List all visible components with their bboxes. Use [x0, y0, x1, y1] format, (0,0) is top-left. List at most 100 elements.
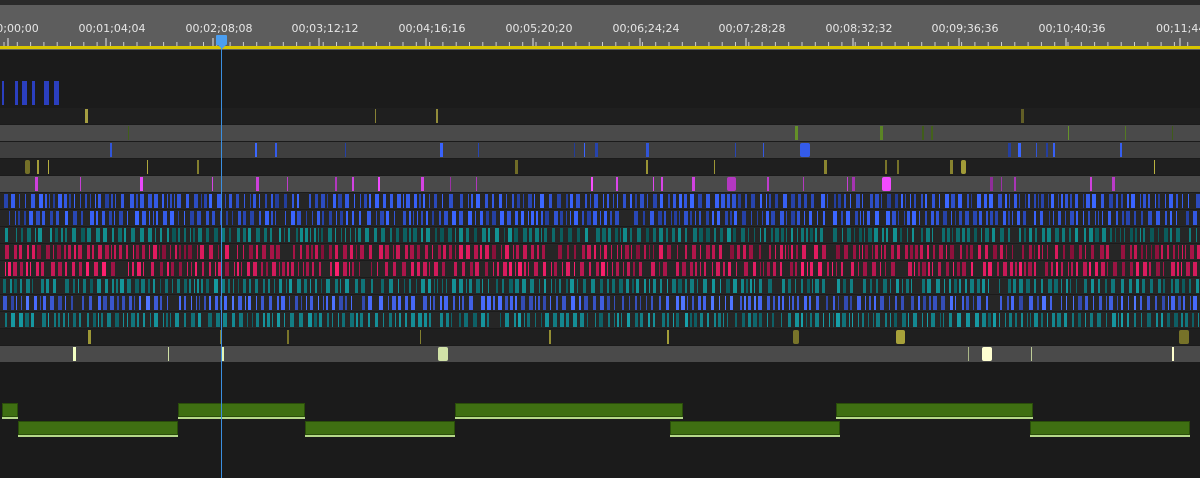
video-clip[interactable] — [498, 296, 502, 310]
video-clip[interactable] — [58, 296, 62, 310]
video-clip[interactable] — [543, 296, 546, 310]
video-clip[interactable] — [875, 194, 879, 208]
video-clip[interactable] — [250, 194, 251, 208]
video-clip[interactable] — [44, 81, 49, 105]
video-clip[interactable] — [733, 279, 737, 293]
video-clip[interactable] — [252, 313, 253, 327]
video-clip[interactable] — [120, 279, 124, 293]
video-clip[interactable] — [801, 313, 803, 327]
video-clip[interactable] — [194, 279, 195, 293]
video-clip[interactable] — [318, 228, 319, 242]
video-clip[interactable] — [668, 194, 670, 208]
video-clip[interactable] — [560, 211, 563, 225]
video-clip[interactable] — [426, 211, 428, 225]
video-clip[interactable] — [754, 296, 756, 310]
video-clip[interactable] — [306, 211, 307, 225]
video-clip[interactable] — [358, 228, 361, 242]
video-clip[interactable] — [279, 279, 282, 293]
video-clip[interactable] — [1038, 245, 1040, 259]
video-clip[interactable] — [165, 279, 168, 293]
video-clip[interactable] — [616, 177, 618, 191]
video-clip[interactable] — [141, 279, 145, 293]
video-clip[interactable] — [256, 228, 260, 242]
video-clip[interactable] — [843, 279, 846, 293]
video-clip[interactable] — [1178, 245, 1179, 259]
video-clip[interactable] — [184, 279, 187, 293]
video-clip[interactable] — [50, 228, 52, 242]
video-track-v2[interactable] — [0, 329, 1200, 345]
video-clip[interactable] — [90, 194, 91, 208]
video-clip[interactable] — [380, 211, 384, 225]
video-clip[interactable] — [1095, 211, 1096, 225]
video-clip[interactable] — [403, 194, 404, 208]
video-clip[interactable] — [929, 296, 931, 310]
video-clip[interactable] — [566, 313, 569, 327]
video-clip[interactable] — [1022, 245, 1024, 259]
video-clip[interactable] — [284, 228, 285, 242]
video-clip[interactable] — [279, 228, 281, 242]
video-clip[interactable] — [1075, 194, 1078, 208]
video-clip[interactable] — [3, 296, 7, 310]
video-clip[interactable] — [880, 262, 881, 276]
video-clip[interactable] — [455, 228, 456, 242]
video-clip[interactable] — [778, 296, 780, 310]
video-clip[interactable] — [959, 279, 961, 293]
video-clip[interactable] — [880, 126, 883, 140]
video-clip[interactable] — [700, 313, 703, 327]
video-clip[interactable] — [658, 211, 662, 225]
video-clip[interactable] — [932, 262, 933, 276]
video-clip[interactable] — [262, 245, 266, 259]
video-clip[interactable] — [687, 296, 688, 310]
video-clip[interactable] — [198, 228, 202, 242]
video-clip[interactable] — [142, 211, 146, 225]
video-clip[interactable] — [1029, 245, 1032, 259]
video-clip[interactable] — [1037, 296, 1039, 310]
video-clip[interactable] — [15, 211, 16, 225]
video-clip[interactable] — [1193, 262, 1197, 276]
video-clip[interactable] — [814, 245, 818, 259]
video-clip[interactable] — [290, 313, 294, 327]
video-clip[interactable] — [1102, 228, 1106, 242]
video-clip[interactable] — [798, 194, 801, 208]
video-clip[interactable] — [977, 279, 980, 293]
video-clip[interactable] — [632, 279, 634, 293]
video-clip[interactable] — [971, 262, 973, 276]
video-clip[interactable] — [442, 279, 443, 293]
video-clip[interactable] — [940, 313, 941, 327]
video-clip[interactable] — [591, 279, 595, 293]
video-clip[interactable] — [377, 262, 378, 276]
video-clip[interactable] — [607, 262, 608, 276]
video-clip[interactable] — [1121, 245, 1125, 259]
video-clip[interactable] — [1035, 228, 1037, 242]
video-clip[interactable] — [197, 245, 198, 259]
video-clip[interactable] — [492, 211, 496, 225]
video-clip[interactable] — [276, 245, 280, 259]
video-clip[interactable] — [154, 313, 158, 327]
video-clip[interactable] — [918, 262, 920, 276]
video-clip[interactable] — [600, 296, 604, 310]
video-clip[interactable] — [698, 194, 702, 208]
video-clip[interactable] — [735, 143, 736, 157]
video-clip[interactable] — [760, 194, 762, 208]
video-clip[interactable] — [950, 245, 954, 259]
video-clip[interactable] — [371, 262, 372, 276]
video-clip[interactable] — [311, 245, 313, 259]
video-clip[interactable] — [685, 228, 687, 242]
video-clip[interactable] — [858, 262, 859, 276]
video-clip[interactable] — [950, 296, 953, 310]
video-clip[interactable] — [527, 313, 530, 327]
video-clip[interactable] — [163, 211, 167, 225]
video-clip[interactable] — [1073, 296, 1074, 310]
video-clip[interactable] — [355, 279, 358, 293]
video-clip[interactable] — [737, 245, 740, 259]
video-clip[interactable] — [933, 245, 935, 259]
video-clip[interactable] — [1113, 262, 1117, 276]
video-clip[interactable] — [1193, 296, 1197, 310]
video-clip[interactable] — [321, 228, 323, 242]
video-clip[interactable] — [1156, 262, 1160, 276]
video-clip[interactable] — [329, 245, 332, 259]
video-clip[interactable] — [175, 245, 177, 259]
video-clip[interactable] — [1101, 194, 1104, 208]
video-clip[interactable] — [692, 245, 696, 259]
video-clip[interactable] — [781, 228, 784, 242]
